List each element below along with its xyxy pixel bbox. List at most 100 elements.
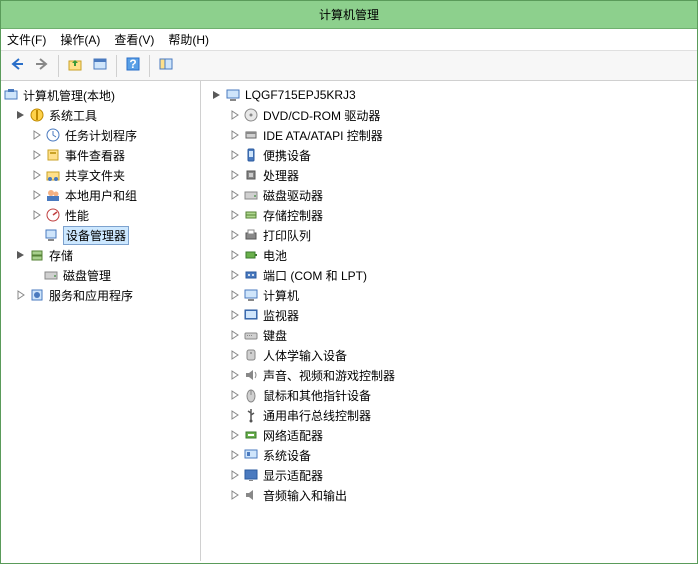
toolbar-separator xyxy=(149,55,150,77)
tree-services-apps[interactable]: 服务和应用程序 xyxy=(1,285,200,305)
device-category-label: IDE ATA/ATAPI 控制器 xyxy=(263,127,383,144)
device-category-hid[interactable]: 人体学输入设备 xyxy=(201,345,697,365)
menu-help[interactable]: 帮助(H) xyxy=(168,31,209,48)
device-category-mouse[interactable]: 鼠标和其他指针设备 xyxy=(201,385,697,405)
expander-closed-icon[interactable] xyxy=(229,389,241,401)
clock-icon xyxy=(45,127,61,143)
audio-icon xyxy=(243,487,259,503)
network-icon xyxy=(243,427,259,443)
device-category-cpu[interactable]: 处理器 xyxy=(201,165,697,185)
tree-system-tools[interactable]: 系统工具 xyxy=(1,105,200,125)
mouse-icon xyxy=(243,387,259,403)
device-category-portable[interactable]: 便携设备 xyxy=(201,145,697,165)
computer-name-label: LQGF715EPJ5KRJ3 xyxy=(245,88,356,102)
monitor-icon xyxy=(243,307,259,323)
expander-closed-icon[interactable] xyxy=(229,409,241,421)
expander-closed-icon[interactable] xyxy=(31,169,43,181)
expander-closed-icon[interactable] xyxy=(31,209,43,221)
expander-closed-icon[interactable] xyxy=(229,129,241,141)
disk-icon xyxy=(243,187,259,203)
device-category-system[interactable]: 系统设备 xyxy=(201,445,697,465)
menu-file[interactable]: 文件(F) xyxy=(7,31,46,48)
print-icon xyxy=(243,227,259,243)
menu-action[interactable]: 操作(A) xyxy=(60,31,100,48)
tree-label: 事件查看器 xyxy=(65,147,125,164)
expander-closed-icon[interactable] xyxy=(229,289,241,301)
show-hide-button[interactable] xyxy=(154,54,178,78)
tree-label: 服务和应用程序 xyxy=(49,287,133,304)
device-category-label: 通用串行总线控制器 xyxy=(263,407,371,424)
hid-icon xyxy=(243,347,259,363)
device-category-disk[interactable]: 磁盘驱动器 xyxy=(201,185,697,205)
menu-view[interactable]: 查看(V) xyxy=(114,31,154,48)
back-button[interactable] xyxy=(5,54,29,78)
users-icon xyxy=(45,187,61,203)
expander-closed-icon[interactable] xyxy=(31,149,43,161)
device-category-label: 磁盘驱动器 xyxy=(263,187,323,204)
device-category-print[interactable]: 打印队列 xyxy=(201,225,697,245)
expander-closed-icon[interactable] xyxy=(229,249,241,261)
computer-icon xyxy=(225,87,241,103)
expander-closed-icon[interactable] xyxy=(229,309,241,321)
device-category-sound[interactable]: 声音、视频和游戏控制器 xyxy=(201,365,697,385)
expander-closed-icon[interactable] xyxy=(229,449,241,461)
toolbar-separator xyxy=(116,55,117,77)
tree-event-viewer[interactable]: 事件查看器 xyxy=(1,145,200,165)
device-category-battery[interactable]: 电池 xyxy=(201,245,697,265)
tree-device-manager[interactable]: 设备管理器 xyxy=(1,225,200,245)
tree-performance[interactable]: 性能 xyxy=(1,205,200,225)
device-category-computer[interactable]: 计算机 xyxy=(201,285,697,305)
expander-closed-icon[interactable] xyxy=(229,469,241,481)
expander-closed-icon[interactable] xyxy=(229,109,241,121)
device-category-label: 显示适配器 xyxy=(263,467,323,484)
shared-folder-icon xyxy=(45,167,61,183)
expander-closed-icon[interactable] xyxy=(229,209,241,221)
arrow-right-icon xyxy=(34,56,50,75)
expander-closed-icon[interactable] xyxy=(229,369,241,381)
keyboard-icon xyxy=(243,327,259,343)
device-category-dvd[interactable]: DVD/CD-ROM 驱动器 xyxy=(201,105,697,125)
expander-closed-icon[interactable] xyxy=(229,489,241,501)
device-category-monitor[interactable]: 监视器 xyxy=(201,305,697,325)
expander-open-icon[interactable] xyxy=(15,109,27,121)
expander-closed-icon[interactable] xyxy=(229,189,241,201)
tree-root[interactable]: 计算机管理(本地) xyxy=(1,85,200,105)
expander-closed-icon[interactable] xyxy=(229,329,241,341)
expander-open-icon[interactable] xyxy=(15,249,27,261)
tree-storage[interactable]: 存储 xyxy=(1,245,200,265)
tree-label: 系统工具 xyxy=(49,107,97,124)
device-category-display[interactable]: 显示适配器 xyxy=(201,465,697,485)
device-tree-root[interactable]: LQGF715EPJ5KRJ3 xyxy=(201,85,697,105)
computer-icon xyxy=(243,287,259,303)
toolbar: ? xyxy=(1,51,697,81)
tree-shared-folders[interactable]: 共享文件夹 xyxy=(1,165,200,185)
forward-button[interactable] xyxy=(30,54,54,78)
expander-closed-icon[interactable] xyxy=(229,149,241,161)
expander-closed-icon[interactable] xyxy=(31,189,43,201)
help-button[interactable]: ? xyxy=(121,54,145,78)
services-icon xyxy=(29,287,45,303)
properties-button[interactable] xyxy=(88,54,112,78)
device-category-keyboard[interactable]: 键盘 xyxy=(201,325,697,345)
device-category-ports[interactable]: 端口 (COM 和 LPT) xyxy=(201,265,697,285)
expander-closed-icon[interactable] xyxy=(229,429,241,441)
tree-task-scheduler[interactable]: 任务计划程序 xyxy=(1,125,200,145)
device-category-network[interactable]: 网络适配器 xyxy=(201,425,697,445)
expander-open-icon[interactable] xyxy=(211,89,223,101)
device-category-label: 系统设备 xyxy=(263,447,311,464)
expander-closed-icon[interactable] xyxy=(229,269,241,281)
device-category-audio[interactable]: 音频输入和输出 xyxy=(201,485,697,505)
tree-disk-management[interactable]: 磁盘管理 xyxy=(1,265,200,285)
expander-closed-icon[interactable] xyxy=(229,229,241,241)
dvd-icon xyxy=(243,107,259,123)
sound-icon xyxy=(243,367,259,383)
device-category-storage[interactable]: 存储控制器 xyxy=(201,205,697,225)
expander-closed-icon[interactable] xyxy=(31,129,43,141)
tree-local-users[interactable]: 本地用户和组 xyxy=(1,185,200,205)
device-category-usb[interactable]: 通用串行总线控制器 xyxy=(201,405,697,425)
expander-closed-icon[interactable] xyxy=(15,289,27,301)
device-category-ide[interactable]: IDE ATA/ATAPI 控制器 xyxy=(201,125,697,145)
up-button[interactable] xyxy=(63,54,87,78)
expander-closed-icon[interactable] xyxy=(229,349,241,361)
expander-closed-icon[interactable] xyxy=(229,169,241,181)
